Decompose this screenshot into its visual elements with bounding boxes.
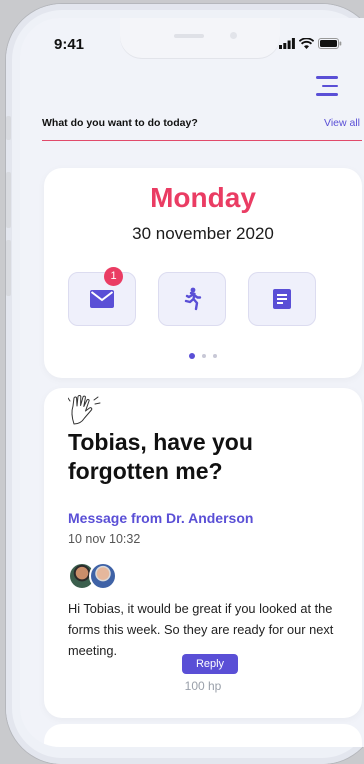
quick-actions: 1 xyxy=(68,267,316,326)
status-time: 9:41 xyxy=(54,36,85,53)
document-icon xyxy=(273,289,291,309)
speaker xyxy=(174,34,204,38)
side-button xyxy=(6,116,11,140)
app-screen: 9:41 What do you want to do today? View … xyxy=(20,18,364,747)
participant-avatars xyxy=(68,562,117,590)
wifi-icon xyxy=(299,38,314,49)
battery-icon xyxy=(318,38,342,49)
signal-icon xyxy=(279,38,295,49)
pager-dot[interactable] xyxy=(213,354,217,358)
mail-icon xyxy=(90,290,114,308)
day-card: Monday 30 november 2020 1 xyxy=(44,168,362,378)
message-card: Tobias, have you forgotten me? Message f… xyxy=(44,388,362,718)
side-button xyxy=(6,172,11,228)
message-body: Hi Tobias, it would be great if you look… xyxy=(68,601,334,658)
section-header: What do you want to do today? View all xyxy=(42,114,362,141)
waving-hand-icon xyxy=(68,394,101,425)
pager-dot[interactable] xyxy=(202,354,206,358)
hamburger-menu-icon[interactable] xyxy=(316,76,340,98)
running-person-icon xyxy=(184,287,202,311)
message-sender[interactable]: Message from Dr. Anderson xyxy=(68,510,253,526)
day-name: Monday xyxy=(150,182,256,213)
notch xyxy=(120,18,280,58)
status-icons xyxy=(279,38,342,49)
camera xyxy=(230,32,237,39)
notification-badge: 1 xyxy=(104,267,123,286)
side-button xyxy=(6,240,11,296)
avatar xyxy=(89,562,117,590)
forms-button[interactable] xyxy=(248,272,316,326)
pager-dot[interactable] xyxy=(189,353,195,359)
reply-meta: 100 hp xyxy=(184,679,222,693)
message-timestamp: 10 nov 10:32 xyxy=(68,532,141,546)
carousel-pager xyxy=(44,353,362,359)
next-card-peek xyxy=(44,724,362,747)
mail-button[interactable]: 1 xyxy=(68,267,136,326)
activity-button[interactable] xyxy=(158,272,226,326)
section-title: What do you want to do today? xyxy=(42,117,198,129)
day-date: 30 november 2020 xyxy=(132,224,274,243)
message-title: Tobias, have you forgotten me? xyxy=(68,429,253,484)
view-all-link[interactable]: View all xyxy=(324,117,360,129)
reply-button[interactable]: Reply xyxy=(182,654,238,674)
